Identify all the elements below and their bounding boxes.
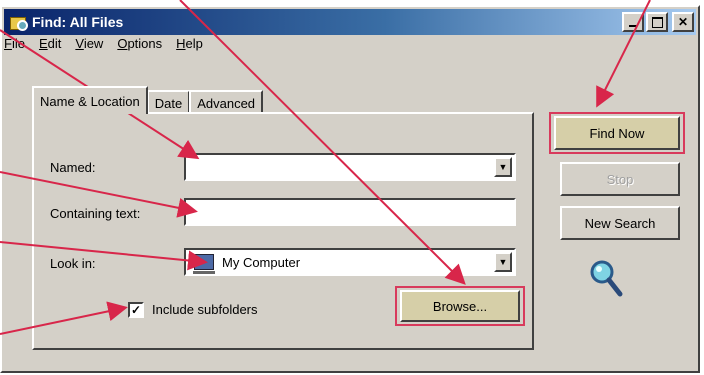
menu-help[interactable]: Help <box>176 36 203 51</box>
maximize-button[interactable] <box>646 12 668 32</box>
tab-advanced[interactable]: Advanced <box>189 90 264 114</box>
maximize-icon <box>651 16 663 28</box>
dropdown-arrow-icon[interactable]: ▼ <box>494 157 512 177</box>
close-button[interactable]: ✕ <box>672 12 694 32</box>
named-combobox[interactable]: ▼ <box>184 153 516 181</box>
stop-button[interactable]: Stop <box>560 162 680 196</box>
window-title: Find: All Files <box>32 14 124 30</box>
tab-name-location[interactable]: Name & Location <box>32 86 148 114</box>
look-in-combobox[interactable]: My Computer ▼ <box>184 248 516 276</box>
menu-options[interactable]: Options <box>117 36 162 51</box>
close-icon: ✕ <box>677 15 689 29</box>
look-in-value: My Computer <box>222 254 301 270</box>
look-in-label: Look in: <box>50 256 96 271</box>
include-subfolders-label: Include subfolders <box>152 302 258 317</box>
menu-view[interactable]: View <box>75 36 103 51</box>
tab-strip: Name & Location Date Advanced <box>32 86 264 114</box>
menu-edit[interactable]: Edit <box>39 36 61 51</box>
dropdown-arrow-icon[interactable]: ▼ <box>494 252 512 272</box>
menu-file[interactable]: File <box>4 36 25 51</box>
containing-text-input[interactable] <box>184 198 516 226</box>
minimize-button[interactable] <box>622 12 644 32</box>
containing-text-label: Containing text: <box>50 206 141 221</box>
browse-button[interactable]: Browse... <box>400 290 520 322</box>
minimize-icon <box>629 25 637 27</box>
new-search-button[interactable]: New Search <box>560 206 680 240</box>
title-bar[interactable]: Find: All Files ✕ <box>4 9 696 35</box>
menu-bar: File Edit View Options Help <box>4 36 203 51</box>
tab-date[interactable]: Date <box>146 90 191 114</box>
named-label: Named: <box>50 160 96 175</box>
find-now-button[interactable]: Find Now <box>554 116 680 150</box>
computer-icon <box>193 254 215 274</box>
magnifier-icon <box>590 260 623 297</box>
include-subfolders-checkbox[interactable]: ✓ <box>128 302 144 318</box>
app-find-icon <box>10 14 28 31</box>
